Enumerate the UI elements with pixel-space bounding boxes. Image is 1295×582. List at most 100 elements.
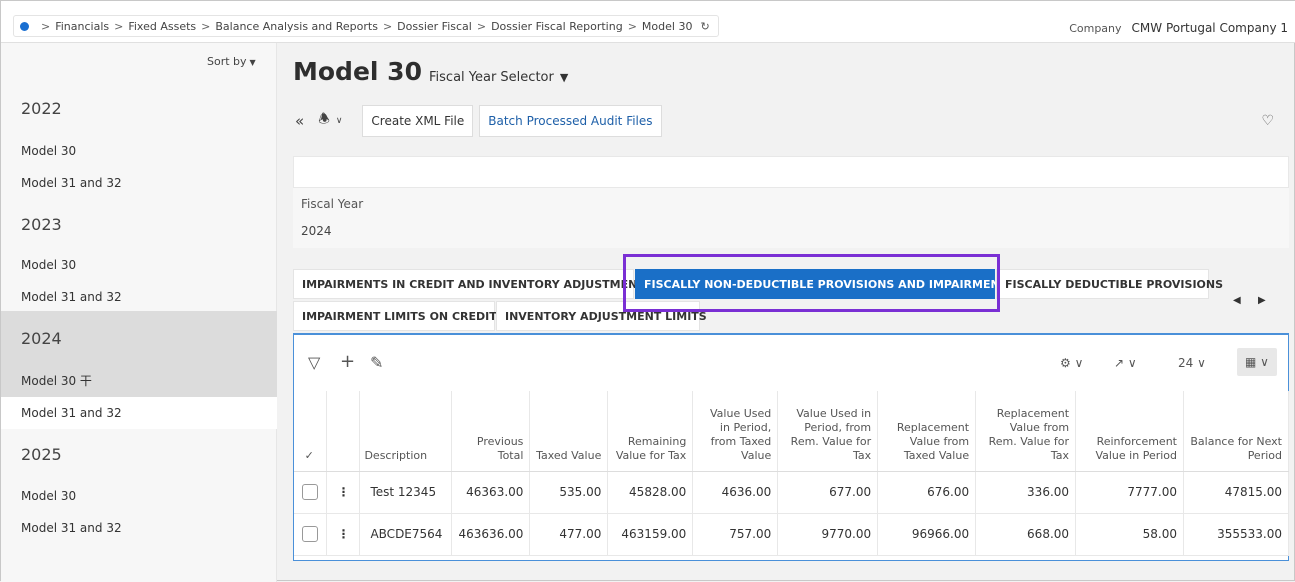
cell: 4636.00 bbox=[692, 471, 779, 514]
batch-audit-files-button[interactable]: Batch Processed Audit Files bbox=[479, 105, 662, 137]
row-actions-header bbox=[326, 391, 361, 472]
grid-table: ✓ Description Previous Total Taxed Value… bbox=[294, 391, 1289, 556]
refresh-icon[interactable]: ↻ bbox=[700, 20, 709, 33]
kebab-menu-icon[interactable]: ⋮ bbox=[326, 471, 361, 514]
page-size-value: 24 bbox=[1178, 356, 1194, 370]
company-selector[interactable]: Company CMW Portugal Company 1 bbox=[1069, 21, 1288, 35]
checkbox[interactable] bbox=[302, 526, 319, 542]
column-header[interactable]: Balance for Next Period bbox=[1183, 391, 1289, 472]
chevron-right-icon: > bbox=[382, 19, 393, 33]
cell: 96966.00 bbox=[877, 513, 977, 556]
cell: 47815.00 bbox=[1183, 471, 1289, 514]
grid-view-toggle-icon[interactable]: ▦ ∨ bbox=[1237, 348, 1277, 376]
sidebar-item[interactable]: Model 30 bbox=[1, 136, 277, 166]
table-row[interactable]: ⋮ Test 12345 46363.00 535.00 45828.00 46… bbox=[294, 471, 1289, 514]
table-row[interactable]: ⋮ ABCDE7564 463636.00 477.00 463159.00 7… bbox=[294, 513, 1289, 556]
column-header[interactable]: Value Used in Period, from Taxed Value bbox=[692, 391, 779, 472]
breadcrumb-item[interactable]: Dossier Fiscal bbox=[397, 20, 472, 33]
chevron-right-icon: > bbox=[476, 19, 487, 33]
cell: 535.00 bbox=[529, 471, 609, 514]
sidebar-item[interactable]: Model 31 and 32 bbox=[1, 282, 277, 312]
tab-deductible-provisions[interactable]: FISCALLY DEDUCTIBLE PROVISIONS bbox=[996, 269, 1223, 299]
info-bar bbox=[293, 156, 1289, 188]
fiscal-year-value: 2024 bbox=[301, 224, 332, 238]
highlight-box bbox=[623, 254, 1000, 312]
tab-impairments-credit-inventory[interactable]: IMPAIRMENTS IN CREDIT AND INVENTORY ADJU… bbox=[293, 269, 653, 299]
page-title: Model 30 bbox=[293, 57, 422, 86]
create-xml-button[interactable]: Create XML File bbox=[362, 105, 474, 137]
app-window: > Financials > Fixed Assets > Balance An… bbox=[0, 0, 1295, 582]
cell: 336.00 bbox=[975, 471, 1077, 514]
chevron-right-icon: > bbox=[627, 19, 637, 33]
tab-scroll-left-icon[interactable]: ◀ bbox=[1233, 295, 1241, 306]
caret-down-icon: ▼ bbox=[249, 58, 256, 67]
sidebar: Sort by ▼ 2022 Model 30 Model 31 and 32 2… bbox=[1, 43, 277, 582]
cell: ABCDE7564 bbox=[359, 513, 453, 556]
column-header[interactable]: Replacement Value from Taxed Value bbox=[877, 391, 977, 472]
toolbar: « 🕭 ∨ Create XML File Batch Processed Aud… bbox=[295, 105, 668, 137]
kebab-menu-icon[interactable]: ⋮ bbox=[326, 513, 361, 556]
home-dot-icon[interactable] bbox=[20, 21, 29, 31]
cell: 46363.00 bbox=[451, 471, 531, 514]
tab-scroll-right-icon[interactable]: ▶ bbox=[1258, 295, 1266, 306]
select-all-checkmark-icon[interactable]: ✓ bbox=[294, 391, 328, 472]
sidebar-item[interactable]: Model 30 bbox=[1, 481, 277, 511]
gear-icon[interactable]: ⚙ ∨ bbox=[1060, 356, 1083, 370]
column-header[interactable]: Previous Total bbox=[451, 391, 531, 472]
breadcrumb-item[interactable]: Financials bbox=[55, 20, 109, 33]
column-header[interactable]: Replacement Value from Rem. Value for Ta… bbox=[975, 391, 1077, 472]
cell: 668.00 bbox=[975, 513, 1077, 556]
fiscal-year-panel: Fiscal Year 2024 bbox=[293, 188, 1289, 248]
page-size-selector[interactable]: 24 ∨ bbox=[1178, 356, 1206, 370]
cell: 477.00 bbox=[529, 513, 609, 556]
filter-icon[interactable]: ▽ bbox=[308, 353, 320, 372]
chevron-right-icon: > bbox=[41, 19, 51, 33]
breadcrumb-item[interactable]: Dossier Fiscal Reporting bbox=[491, 20, 623, 33]
company-value[interactable]: CMW Portugal Company 1 bbox=[1132, 21, 1288, 35]
cell: 45828.00 bbox=[607, 471, 694, 514]
cell: 7777.00 bbox=[1075, 471, 1184, 514]
add-icon[interactable]: + bbox=[340, 351, 355, 372]
cell: 676.00 bbox=[877, 471, 977, 514]
chevron-right-icon: > bbox=[201, 19, 211, 33]
checkbox[interactable] bbox=[302, 484, 319, 500]
sidebar-year: 2023 bbox=[21, 215, 62, 234]
sidebar-item[interactable]: Model 31 and 32 bbox=[1, 513, 277, 543]
cell: 757.00 bbox=[692, 513, 779, 556]
sort-by-label: Sort by bbox=[207, 55, 247, 68]
sidebar-item[interactable]: Model 31 and 32 bbox=[1, 398, 277, 428]
column-header[interactable]: Remaining Value for Tax bbox=[607, 391, 694, 472]
cell: Test 12345 bbox=[359, 471, 453, 514]
bell-icon[interactable]: 🕭 ∨ bbox=[318, 110, 342, 132]
export-icon[interactable]: ↗ ∨ bbox=[1114, 356, 1137, 370]
sidebar-item[interactable]: Model 30 bbox=[1, 250, 277, 280]
sidebar-item-selected[interactable]: Model 30 干 bbox=[1, 366, 277, 396]
cell: 463159.00 bbox=[607, 513, 694, 556]
fiscal-year-selector[interactable]: Fiscal Year Selector ▼ bbox=[429, 70, 568, 85]
fiscal-year-selector-label: Fiscal Year Selector bbox=[429, 70, 554, 85]
heart-icon[interactable]: ♡ bbox=[1261, 113, 1274, 129]
breadcrumb-item[interactable]: Fixed Assets bbox=[128, 20, 196, 33]
edit-pencil-icon[interactable]: ✎ bbox=[370, 353, 383, 372]
breadcrumb-item[interactable]: Balance Analysis and Reports bbox=[215, 20, 378, 33]
collapse-double-chevron-icon[interactable]: « bbox=[295, 112, 304, 130]
sidebar-item[interactable]: Model 31 and 32 bbox=[1, 168, 277, 198]
cell: 463636.00 bbox=[451, 513, 531, 556]
grid-toolbar: ▽ + ✎ ⚙ ∨ ↗ ∨ 24 ∨ ▦ ∨ bbox=[294, 335, 1290, 385]
cell: 355533.00 bbox=[1183, 513, 1289, 556]
main-content: Model 30 Fiscal Year Selector ▼ « 🕭 ∨ Crea… bbox=[278, 43, 1295, 582]
cell: 9770.00 bbox=[777, 513, 879, 556]
column-header[interactable]: Taxed Value bbox=[529, 391, 609, 472]
header-row: ✓ Description Previous Total Taxed Value… bbox=[294, 391, 1289, 472]
column-header[interactable]: Reinforcement Value in Period bbox=[1075, 391, 1184, 472]
sidebar-year: 2025 bbox=[21, 445, 62, 464]
column-header[interactable]: Value Used in Period, from Rem. Value fo… bbox=[777, 391, 879, 472]
row-checkbox[interactable] bbox=[294, 471, 328, 514]
breadcrumb-item[interactable]: Model 30 bbox=[642, 20, 693, 33]
sort-by-button[interactable]: Sort by ▼ bbox=[207, 55, 256, 68]
data-grid: ▽ + ✎ ⚙ ∨ ↗ ∨ 24 ∨ ▦ ∨ ✓ Description Pre… bbox=[293, 333, 1289, 561]
row-checkbox[interactable] bbox=[294, 513, 328, 556]
column-header[interactable]: Description bbox=[359, 391, 453, 472]
fiscal-year-label: Fiscal Year bbox=[301, 197, 364, 211]
tab-impairment-limits-credits[interactable]: IMPAIRMENT LIMITS ON CREDITS bbox=[293, 301, 505, 331]
